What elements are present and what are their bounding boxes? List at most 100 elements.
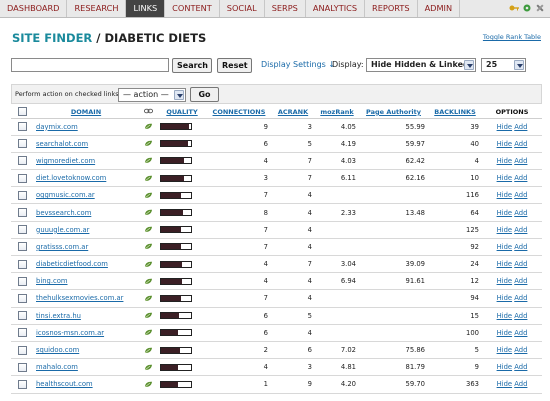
hide-link[interactable]: Hide bbox=[497, 363, 513, 371]
toggle-rank-table-link[interactable]: Toggle Rank Table bbox=[483, 33, 541, 41]
quality-bar bbox=[160, 157, 192, 165]
domain-link[interactable]: gratisss.com.ar bbox=[36, 243, 88, 251]
add-link[interactable]: Add bbox=[514, 312, 527, 320]
nav-item-analytics[interactable]: ANALYTICS bbox=[306, 0, 366, 17]
quality-cell bbox=[157, 203, 207, 222]
add-link[interactable]: Add bbox=[514, 174, 527, 182]
row-checkbox[interactable] bbox=[17, 293, 27, 303]
add-link[interactable]: Add bbox=[514, 294, 527, 302]
col-mozrank[interactable]: mozRank bbox=[315, 106, 359, 119]
row-checkbox[interactable] bbox=[17, 276, 27, 286]
add-link[interactable]: Add bbox=[514, 140, 527, 148]
add-link[interactable]: Add bbox=[514, 123, 527, 131]
domain-link[interactable]: diabeticdietfood.com bbox=[36, 260, 108, 268]
nav-item-dashboard[interactable]: DASHBOARD bbox=[0, 0, 68, 17]
tools-icon[interactable] bbox=[535, 3, 545, 13]
hide-link[interactable]: Hide bbox=[497, 260, 513, 268]
hide-link[interactable]: Hide bbox=[497, 380, 513, 388]
row-checkbox[interactable] bbox=[17, 190, 27, 200]
col-backlinks[interactable]: BACKLINKS bbox=[428, 106, 482, 119]
add-link[interactable]: Add bbox=[514, 191, 527, 199]
col-domain[interactable]: DOMAIN bbox=[33, 106, 139, 119]
add-link[interactable]: Add bbox=[514, 157, 527, 165]
nav-item-reports[interactable]: REPORTS bbox=[365, 0, 418, 17]
add-link[interactable]: Add bbox=[514, 226, 527, 234]
domain-link[interactable]: thehulksexmovies.com.ar bbox=[36, 294, 123, 302]
row-checkbox[interactable] bbox=[17, 259, 27, 269]
domain-link[interactable]: mahalo.com bbox=[36, 363, 78, 371]
acrank-cell: 7 bbox=[271, 255, 315, 274]
nav-item-links[interactable]: LINKS bbox=[126, 0, 166, 17]
quality-cell bbox=[157, 186, 207, 205]
search-button[interactable]: Search bbox=[172, 58, 212, 73]
nav-item-serps[interactable]: SERPS bbox=[265, 0, 306, 17]
add-link[interactable]: Add bbox=[514, 363, 527, 371]
hide-link[interactable]: Hide bbox=[497, 312, 513, 320]
domain-link[interactable]: icosnos-msn.com.ar bbox=[36, 329, 104, 337]
row-checkbox[interactable] bbox=[17, 208, 27, 218]
domain-link[interactable]: bing.com bbox=[36, 277, 68, 285]
row-checkbox[interactable] bbox=[17, 156, 27, 166]
nav-item-admin[interactable]: ADMIN bbox=[418, 0, 461, 17]
row-checkbox[interactable] bbox=[17, 242, 27, 252]
col-connections[interactable]: CONNECTIONS bbox=[207, 106, 271, 119]
search-input[interactable] bbox=[11, 58, 169, 72]
reset-button[interactable]: Reset bbox=[217, 58, 252, 73]
nav-item-content[interactable]: CONTENT bbox=[165, 0, 220, 17]
domain-link[interactable]: tinsi.extra.hu bbox=[36, 312, 81, 320]
domain-link[interactable]: wigmorediet.com bbox=[36, 157, 95, 165]
col-page-authority[interactable]: Page Authority bbox=[359, 106, 428, 119]
key-icon[interactable] bbox=[509, 3, 519, 13]
domain-link[interactable]: bevssearch.com bbox=[36, 209, 91, 217]
add-link[interactable]: Add bbox=[514, 329, 527, 337]
hide-link[interactable]: Hide bbox=[497, 191, 513, 199]
hide-link[interactable]: Hide bbox=[497, 329, 513, 337]
row-checkbox[interactable] bbox=[17, 225, 27, 235]
domain-link[interactable]: oggmusic.com.ar bbox=[36, 191, 95, 199]
hide-link[interactable]: Hide bbox=[497, 294, 513, 302]
domain-link[interactable]: guuugle.com.ar bbox=[36, 226, 89, 234]
domain-link[interactable]: daymix.com bbox=[36, 123, 78, 131]
domain-link[interactable]: healthscout.com bbox=[36, 380, 93, 388]
bulk-action-select[interactable]: — action — bbox=[118, 88, 186, 102]
add-link[interactable]: Add bbox=[514, 209, 527, 217]
row-checkbox[interactable] bbox=[17, 139, 27, 149]
hide-link[interactable]: Hide bbox=[497, 346, 513, 354]
hide-link[interactable]: Hide bbox=[497, 277, 513, 285]
domain-link[interactable]: squidoo.com bbox=[36, 346, 79, 354]
hide-link[interactable]: Hide bbox=[497, 140, 513, 148]
nav-item-research[interactable]: RESEARCH bbox=[67, 0, 127, 17]
display-filter-select[interactable]: Hide Hidden & Linked bbox=[366, 58, 476, 72]
add-link[interactable]: Add bbox=[514, 277, 527, 285]
go-button[interactable]: Go bbox=[190, 87, 219, 102]
row-checkbox[interactable] bbox=[17, 345, 27, 355]
row-checkbox[interactable] bbox=[17, 362, 27, 372]
add-link[interactable]: Add bbox=[514, 346, 527, 354]
row-checkbox[interactable] bbox=[17, 173, 27, 183]
display-settings-link[interactable]: Display Settings ↓ bbox=[261, 60, 335, 69]
select-all-checkbox[interactable] bbox=[17, 107, 27, 117]
page-authority-cell: 13.48 bbox=[359, 203, 428, 222]
add-link[interactable]: Add bbox=[514, 380, 527, 388]
hide-link[interactable]: Hide bbox=[497, 243, 513, 251]
table-row: thehulksexmovies.com.ar 7 4 94 Hide Add bbox=[11, 289, 542, 308]
add-link[interactable]: Add bbox=[514, 243, 527, 251]
page-title-section: SITE FINDER bbox=[12, 31, 93, 45]
hide-link[interactable]: Hide bbox=[497, 226, 513, 234]
row-checkbox[interactable] bbox=[17, 122, 27, 132]
row-checkbox[interactable] bbox=[17, 328, 27, 338]
hide-link[interactable]: Hide bbox=[497, 157, 513, 165]
row-checkbox[interactable] bbox=[17, 379, 27, 389]
row-checkbox[interactable] bbox=[17, 311, 27, 321]
add-link[interactable]: Add bbox=[514, 260, 527, 268]
gear-icon[interactable] bbox=[522, 3, 532, 13]
col-quality[interactable]: QUALITY bbox=[157, 106, 207, 119]
hide-link[interactable]: Hide bbox=[497, 209, 513, 217]
nav-item-social[interactable]: SOCIAL bbox=[220, 0, 265, 17]
domain-link[interactable]: diet.lovetoknow.com bbox=[36, 174, 106, 182]
hide-link[interactable]: Hide bbox=[497, 123, 513, 131]
domain-link[interactable]: searchalot.com bbox=[36, 140, 88, 148]
col-acrank[interactable]: ACRANK bbox=[271, 106, 315, 119]
per-page-select[interactable]: 25 bbox=[481, 58, 526, 72]
hide-link[interactable]: Hide bbox=[497, 174, 513, 182]
